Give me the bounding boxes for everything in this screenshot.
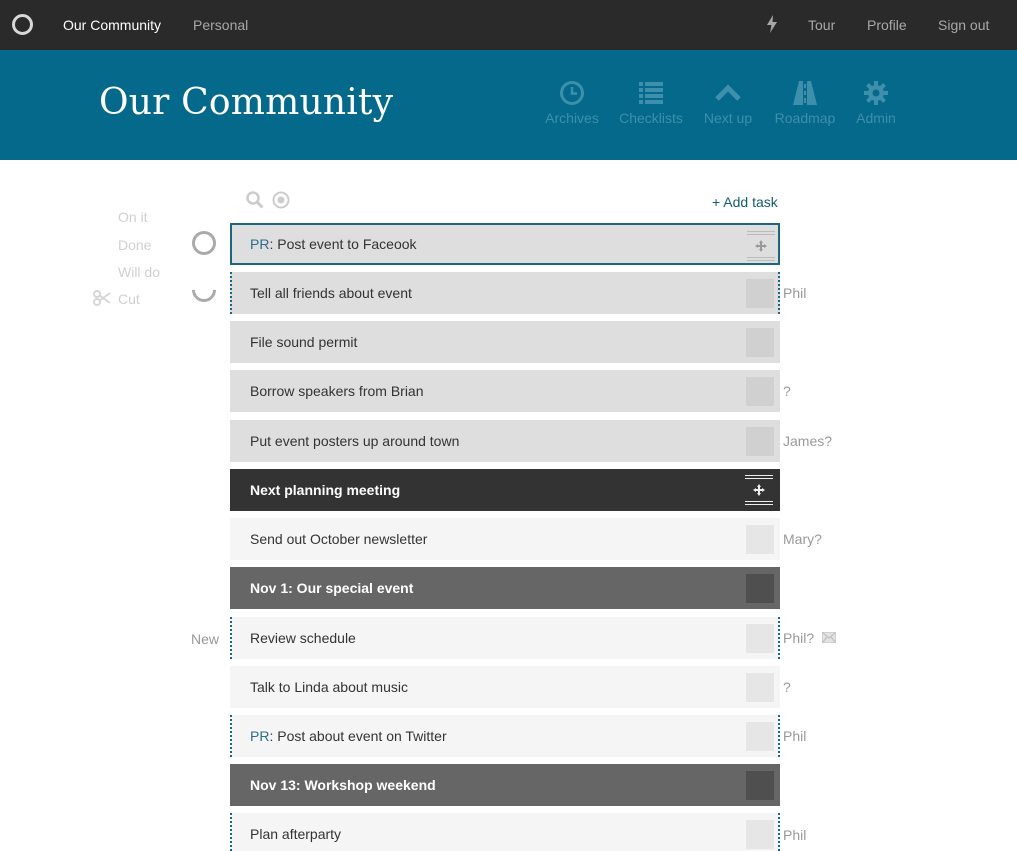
- task-handle[interactable]: [746, 377, 774, 406]
- task-label: Nov 1: Our special event: [250, 580, 414, 596]
- task-handle[interactable]: [746, 771, 774, 800]
- nav-tour[interactable]: Tour: [808, 17, 835, 33]
- task-label: File sound permit: [250, 334, 358, 350]
- road-icon: [793, 81, 817, 105]
- task-handle[interactable]: [746, 722, 774, 751]
- task-label: Put event posters up around town: [250, 433, 460, 449]
- task-row[interactable]: Talk to Linda about music: [230, 666, 780, 708]
- task-text: PR: Post about event on Twitter: [250, 728, 447, 744]
- task-assignee[interactable]: Phil: [783, 728, 806, 744]
- header-nav-label: Admin: [856, 110, 896, 126]
- task-prefix: PR: [250, 236, 270, 252]
- clock-icon: [560, 81, 584, 105]
- list-icon: [639, 82, 663, 104]
- task-assignee[interactable]: Phil: [783, 285, 806, 301]
- task-row[interactable]: Tell all friends about event: [230, 272, 780, 314]
- task-handle[interactable]: [746, 574, 774, 603]
- page-header: Our Community Archives Checklists Next u…: [0, 50, 1017, 160]
- new-label: New: [191, 631, 220, 647]
- task-prefix: PR: [250, 728, 270, 744]
- task-assignee[interactable]: ?: [783, 679, 791, 695]
- legend-on-it: On it: [118, 209, 148, 225]
- drag-handle-icon[interactable]: [744, 473, 774, 507]
- task-row[interactable]: Review schedule: [230, 617, 780, 659]
- task-label: Review schedule: [250, 630, 356, 646]
- circle-logo-icon[interactable]: [12, 14, 33, 35]
- nav-our-community[interactable]: Our Community: [63, 17, 161, 33]
- task-label: : Post about event on Twitter: [269, 728, 447, 744]
- milestone-row[interactable]: Next planning meeting: [230, 469, 780, 511]
- task-assignee[interactable]: James?: [783, 433, 832, 449]
- task-handle[interactable]: [746, 279, 774, 308]
- legend-cut: Cut: [118, 291, 140, 307]
- task-handle[interactable]: [746, 328, 774, 357]
- task-assignee[interactable]: Phil: [783, 827, 806, 843]
- legend-done: Done: [118, 237, 152, 253]
- nav-sign-out[interactable]: Sign out: [938, 17, 989, 33]
- move-icon: [753, 484, 765, 496]
- task-row[interactable]: Borrow speakers from Brian: [230, 370, 780, 412]
- header-nav-admin[interactable]: Admin: [831, 80, 921, 126]
- bolt-icon[interactable]: [766, 15, 778, 33]
- task-handle[interactable]: [746, 427, 774, 456]
- header-nav-label: Archives: [545, 110, 599, 126]
- move-icon: [755, 240, 767, 252]
- task-handle[interactable]: [746, 820, 774, 849]
- add-task-button[interactable]: + Add task: [712, 194, 778, 210]
- task-label: : Post event to Faceook: [269, 236, 417, 252]
- task-row[interactable]: Plan afterparty: [230, 813, 780, 851]
- task-handle[interactable]: [746, 673, 774, 702]
- scissors-icon: [93, 290, 111, 306]
- milestone-row[interactable]: Nov 1: Our special event: [230, 567, 780, 609]
- task-label: Borrow speakers from Brian: [250, 383, 424, 399]
- task-label: Plan afterparty: [250, 826, 342, 842]
- top-bar: Our Community Personal Tour Profile Sign…: [0, 0, 1017, 50]
- task-label: Send out October newsletter: [250, 531, 428, 547]
- task-label: Talk to Linda about music: [250, 679, 408, 695]
- nav-personal[interactable]: Personal: [193, 17, 248, 33]
- task-row[interactable]: Send out October newsletter: [230, 518, 780, 560]
- task-label: Nov 13: Workshop weekend: [250, 777, 436, 793]
- drag-handle-icon[interactable]: [746, 229, 776, 263]
- target-icon[interactable]: [272, 191, 290, 209]
- task-text: PR: Post event to Faceook: [250, 236, 417, 252]
- task-label: Next planning meeting: [250, 482, 401, 498]
- envelope-icon[interactable]: [822, 632, 836, 643]
- task-row[interactable]: File sound permit: [230, 321, 780, 363]
- done-status-icon[interactable]: [192, 231, 216, 255]
- page-title: Our Community: [99, 82, 394, 123]
- task-handle[interactable]: [746, 624, 774, 653]
- task-row[interactable]: PR: Post about event on Twitter: [230, 715, 780, 757]
- header-nav-archives[interactable]: Archives: [527, 80, 617, 126]
- task-assignee[interactable]: ?: [783, 383, 791, 399]
- nav-profile[interactable]: Profile: [867, 17, 907, 33]
- task-assignee[interactable]: Phil?: [783, 630, 814, 646]
- gear-icon: [864, 81, 888, 105]
- legend-will-do: Will do: [118, 264, 161, 280]
- task-label: Tell all friends about event: [250, 285, 412, 301]
- task-row[interactable]: PR: Post event to Faceook: [230, 223, 780, 265]
- task-handle[interactable]: [746, 525, 774, 554]
- milestone-row[interactable]: Nov 13: Workshop weekend: [230, 764, 780, 806]
- search-icon[interactable]: [246, 191, 264, 209]
- chevron-up-icon: [715, 84, 741, 101]
- task-assignee[interactable]: Mary?: [783, 531, 822, 547]
- on-it-status-icon[interactable]: [187, 273, 221, 307]
- task-row[interactable]: Put event posters up around town: [230, 420, 780, 462]
